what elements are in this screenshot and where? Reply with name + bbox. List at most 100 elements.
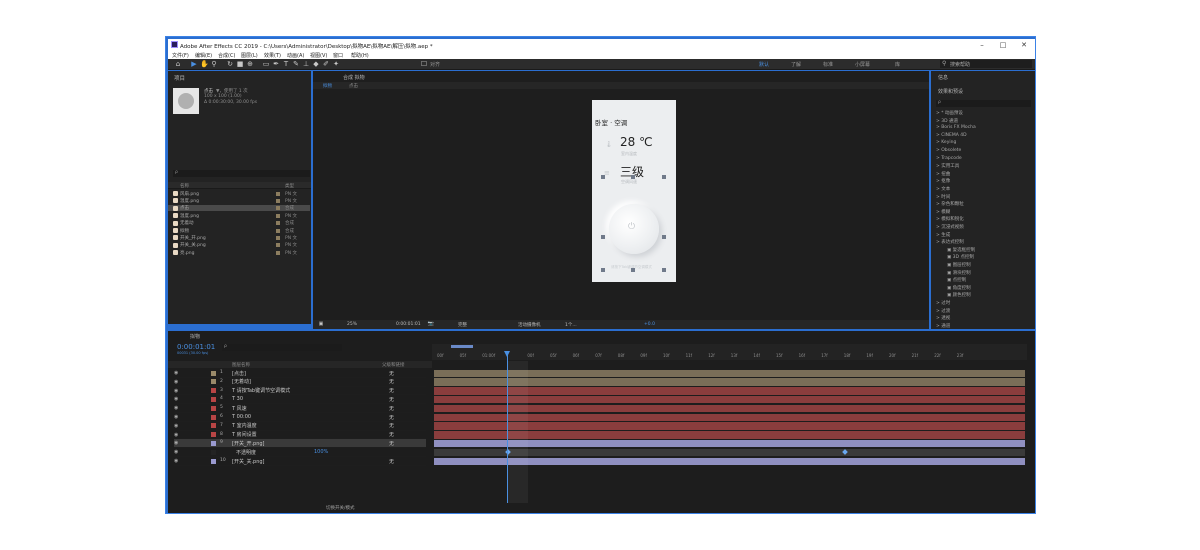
effect-category[interactable]: > 模糊 bbox=[936, 209, 950, 215]
align-checkbox-icon[interactable]: ☐ bbox=[420, 60, 428, 68]
snapshot-icon[interactable]: 📷 bbox=[427, 320, 435, 328]
parent-select[interactable]: 无 bbox=[389, 414, 394, 421]
workspace-small-screen[interactable]: 小屏幕 bbox=[855, 61, 870, 68]
col-type-header[interactable]: 类型 bbox=[285, 183, 294, 189]
puppet-tool-icon[interactable]: ✦ bbox=[332, 60, 340, 68]
power-button[interactable]: ⏻ bbox=[609, 204, 659, 254]
col-parent-header[interactable]: 父级和链接 bbox=[382, 362, 405, 368]
transform-handle[interactable] bbox=[631, 268, 635, 272]
workspace-library[interactable]: 库 bbox=[895, 61, 900, 68]
layer-label-swatch[interactable] bbox=[211, 414, 216, 420]
effect-category[interactable]: > 文本 bbox=[936, 186, 950, 192]
layer-name[interactable]: T 室内温度 bbox=[232, 422, 257, 429]
layer-row[interactable]: ◉ 8 T 房间设置 无 bbox=[174, 431, 426, 440]
parent-select[interactable]: 无 bbox=[389, 440, 394, 447]
effect-category[interactable]: > Trapcode bbox=[936, 156, 962, 161]
visibility-eye-icon[interactable]: ◉ bbox=[174, 379, 180, 385]
layer-label-swatch[interactable] bbox=[211, 449, 216, 455]
effect-item[interactable]: ▣ 图层控制 bbox=[947, 262, 971, 268]
rotate-tool-icon[interactable]: ↻ bbox=[226, 60, 234, 68]
effect-item[interactable]: ▣ 角度控制 bbox=[947, 285, 971, 291]
layer-name[interactable]: T 风速 bbox=[232, 405, 247, 412]
layer-label-swatch[interactable] bbox=[211, 405, 216, 411]
comp-tab-click[interactable]: 点击 bbox=[349, 83, 358, 89]
layer-name[interactable]: T 00:00 bbox=[232, 414, 251, 420]
layer-row[interactable]: ◉ 4 T 30 无 bbox=[174, 395, 426, 405]
project-item[interactable]: 开关_关.png PN 文 bbox=[168, 242, 310, 248]
visibility-eye-icon[interactable]: ◉ bbox=[174, 370, 180, 376]
layer-label-swatch[interactable] bbox=[211, 379, 216, 385]
effect-category[interactable]: > Boris FX Mocha bbox=[936, 125, 976, 130]
layer-label-swatch[interactable] bbox=[211, 388, 216, 394]
roto-brush-tool-icon[interactable]: ✐ bbox=[322, 60, 330, 68]
workspace-default[interactable]: 默认 bbox=[759, 61, 769, 68]
quality-select[interactable]: 完整 bbox=[458, 322, 467, 328]
parent-select[interactable]: 无 bbox=[389, 370, 394, 377]
project-item[interactable]: 亮.png PN 文 bbox=[168, 249, 310, 256]
label-swatch[interactable] bbox=[276, 191, 280, 196]
rectangle-tool-icon[interactable]: ▭ bbox=[262, 60, 270, 68]
transform-handle[interactable] bbox=[601, 235, 605, 239]
layer-row[interactable]: ◉ 1 [点击] 无 bbox=[174, 369, 426, 378]
brush-tool-icon[interactable]: ✎ bbox=[292, 60, 300, 68]
views-select[interactable]: 1个... bbox=[565, 322, 577, 328]
layer-name[interactable]: T 请按Tab键调节空调模式 bbox=[232, 387, 290, 394]
label-swatch[interactable] bbox=[276, 235, 280, 240]
effect-category[interactable]: > 模拟和锐化 bbox=[936, 216, 964, 222]
parent-select[interactable]: 无 bbox=[389, 387, 394, 394]
layer-row[interactable]: ◉ 6 T 00:00 无 bbox=[174, 413, 426, 422]
work-area-bar[interactable] bbox=[451, 345, 473, 348]
comp-panel-title[interactable]: 合成 拟物 bbox=[343, 74, 365, 81]
layer-label-swatch[interactable] bbox=[211, 396, 216, 402]
zoom-select[interactable]: 25% bbox=[347, 322, 357, 327]
effect-item[interactable]: ▣ 3D 点控制 bbox=[947, 254, 974, 260]
transform-handle[interactable] bbox=[662, 175, 666, 179]
layer-label-swatch[interactable] bbox=[211, 370, 216, 376]
visibility-eye-icon[interactable]: ◉ bbox=[174, 405, 180, 411]
effect-category[interactable]: > 沉浸式视频 bbox=[936, 224, 964, 230]
visibility-eye-icon[interactable]: ◉ bbox=[174, 423, 180, 429]
menu-edit[interactable]: 编辑(E) bbox=[195, 52, 212, 59]
workspace-learn[interactable]: 了解 bbox=[791, 61, 801, 68]
camera-tool-icon[interactable]: ■ bbox=[236, 60, 244, 68]
pan-behind-tool-icon[interactable]: ⊕ bbox=[246, 60, 254, 68]
transform-handle[interactable] bbox=[631, 175, 635, 179]
transform-handle[interactable] bbox=[662, 268, 666, 272]
effect-category[interactable]: > Obsolete bbox=[936, 148, 961, 153]
visibility-eye-icon[interactable]: ◉ bbox=[174, 449, 180, 455]
parent-select[interactable]: 100% bbox=[314, 449, 328, 455]
timeline-search-input[interactable]: ρ bbox=[222, 344, 342, 351]
effect-category[interactable]: > 生成 bbox=[936, 232, 950, 238]
minimize-button[interactable]: – bbox=[973, 41, 991, 50]
layer-name[interactable]: [点击] bbox=[232, 370, 246, 377]
layer-name[interactable]: 不透明度 bbox=[236, 449, 256, 456]
parent-select[interactable]: 无 bbox=[389, 422, 394, 429]
layer-row[interactable]: ◉ 2 [无着动] 无 bbox=[174, 378, 426, 387]
layer-row[interactable]: ◉ 9 [开关_开.png] 无 bbox=[174, 439, 426, 449]
label-swatch[interactable] bbox=[276, 206, 280, 211]
effect-item[interactable]: ▣ 点控制 bbox=[947, 277, 966, 283]
project-item[interactable]: 无着动 合成 bbox=[168, 220, 310, 226]
effect-item[interactable]: ▣ 颜色控制 bbox=[947, 292, 971, 298]
layer-label-swatch[interactable] bbox=[211, 423, 216, 429]
stamp-tool-icon[interactable]: ⊥ bbox=[302, 60, 310, 68]
visibility-eye-icon[interactable]: ◉ bbox=[174, 440, 180, 446]
effect-category[interactable]: > 时间 bbox=[936, 194, 950, 200]
visibility-eye-icon[interactable]: ◉ bbox=[174, 414, 180, 420]
exposure-value[interactable]: +0.0 bbox=[644, 322, 655, 327]
toggle-mask-icon[interactable]: ▣ bbox=[317, 320, 325, 328]
effect-category[interactable]: > 扭曲 bbox=[936, 171, 950, 177]
col-layer-name-header[interactable]: 图层名称 bbox=[232, 362, 250, 368]
effect-category[interactable]: > * 动画预设 bbox=[936, 110, 963, 116]
layer-label-swatch[interactable] bbox=[211, 432, 216, 438]
layer-row[interactable]: ◉ 10 [开关_关.png] 无 bbox=[174, 457, 426, 466]
effect-category[interactable]: > 通道 bbox=[936, 323, 950, 329]
menu-window[interactable]: 窗口 bbox=[333, 52, 343, 59]
project-item[interactable]: 风扇.png PN 文 bbox=[168, 190, 310, 197]
effects-panel-title[interactable]: 效果和预设 bbox=[938, 88, 963, 95]
layer-row[interactable]: ◉ 3 T 请按Tab键调节空调模式 无 bbox=[174, 387, 426, 396]
toggle-switches-modes[interactable]: 切换开关/模式 bbox=[326, 505, 355, 511]
effect-category[interactable]: > CINEMA 4D bbox=[936, 133, 967, 138]
effect-category[interactable]: > 3D 通道 bbox=[936, 118, 958, 124]
hand-tool-icon[interactable]: ✋ bbox=[200, 60, 209, 68]
